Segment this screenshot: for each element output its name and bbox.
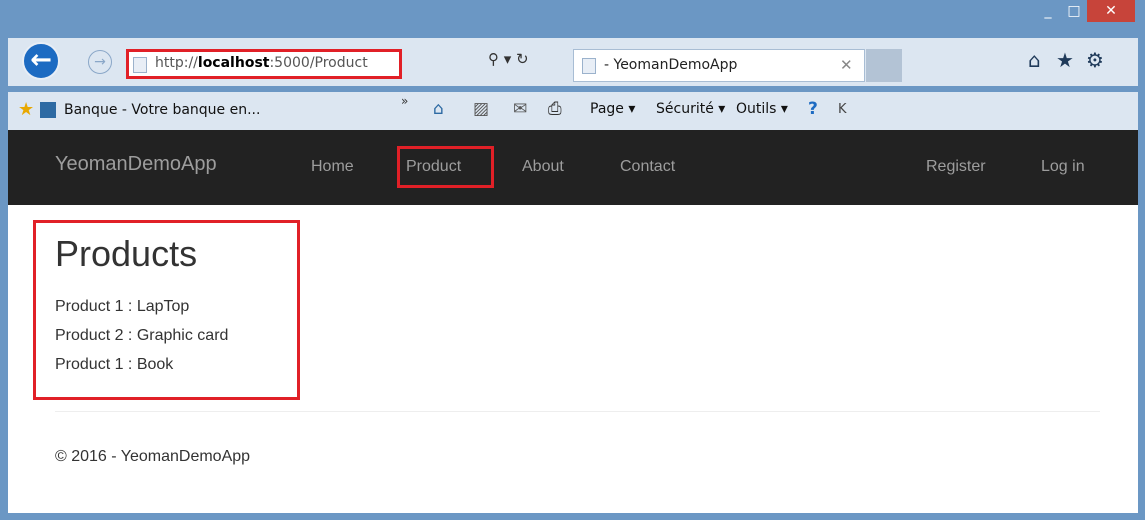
footer-text: © 2016 - YeomanDemoApp bbox=[55, 448, 251, 465]
nav-about[interactable]: About bbox=[522, 158, 564, 176]
tab-title: - YeomanDemoApp bbox=[604, 57, 738, 73]
search-refresh-controls[interactable]: ⚲ ▾ ↻ bbox=[488, 50, 529, 68]
print-icon[interactable]: ⎙ bbox=[548, 99, 562, 119]
page-icon bbox=[133, 57, 147, 73]
product-item: Product 1 : Book bbox=[55, 356, 174, 373]
home-icon[interactable]: ⌂ bbox=[1028, 48, 1041, 72]
k-icon[interactable]: K bbox=[838, 102, 847, 117]
forward-button[interactable]: → bbox=[88, 50, 112, 74]
rss-icon[interactable]: ▨ bbox=[473, 99, 489, 119]
page-content: YeomanDemoApp Home Product About Contact… bbox=[8, 130, 1138, 513]
product-item: Product 2 : Graphic card bbox=[55, 327, 229, 344]
favorites-bar: ★ Banque - Votre banque en... » ⌂ ▨ ✉ ⎙ … bbox=[8, 92, 1138, 130]
security-menu[interactable]: Sécurité ▾ bbox=[656, 101, 725, 117]
product-highlight bbox=[397, 146, 494, 188]
bookmark-link[interactable]: Banque - Votre banque en... bbox=[64, 102, 260, 118]
nav-register[interactable]: Register bbox=[926, 158, 986, 176]
nav-login[interactable]: Log in bbox=[1041, 158, 1085, 176]
chevron-icon[interactable]: » bbox=[401, 94, 408, 108]
site-brand[interactable]: YeomanDemoApp bbox=[55, 153, 217, 176]
new-tab-button[interactable] bbox=[866, 49, 902, 82]
nav-contact[interactable]: Contact bbox=[620, 158, 675, 176]
nav-home[interactable]: Home bbox=[311, 158, 354, 176]
page-menu[interactable]: Page ▾ bbox=[590, 101, 635, 117]
browser-toolbar: ← → http://localhost:5000/Product ⚲ ▾ ↻ … bbox=[8, 38, 1138, 86]
favorites-star-icon[interactable]: ★ bbox=[18, 99, 34, 120]
page-title: Products bbox=[55, 233, 198, 274]
address-text: http://localhost:5000/Product bbox=[155, 55, 368, 71]
star-icon[interactable]: ★ bbox=[1056, 48, 1074, 72]
close-button[interactable]: ✕ bbox=[1087, 0, 1135, 22]
back-button[interactable]: ← bbox=[22, 42, 60, 80]
address-bar[interactable]: http://localhost:5000/Product bbox=[126, 49, 402, 79]
maximize-button[interactable]: □ bbox=[1061, 0, 1087, 22]
help-icon[interactable]: ? bbox=[808, 99, 818, 119]
tools-menu[interactable]: Outils ▾ bbox=[736, 101, 788, 117]
bookmark-icon bbox=[40, 102, 56, 118]
tab-close-icon[interactable]: ✕ bbox=[840, 56, 853, 74]
home-cmd-icon[interactable]: ⌂ bbox=[433, 99, 444, 119]
mail-icon[interactable]: ✉ bbox=[513, 99, 527, 119]
divider bbox=[55, 411, 1100, 412]
site-navbar: YeomanDemoApp Home Product About Contact… bbox=[8, 130, 1138, 205]
minimize-button[interactable]: _ bbox=[1035, 0, 1061, 22]
tab-yeomandemoapp[interactable]: - YeomanDemoApp ✕ bbox=[573, 49, 865, 82]
title-bar: _ □ ✕ bbox=[0, 0, 1145, 38]
product-item: Product 1 : LapTop bbox=[55, 298, 190, 315]
browser-window: _ □ ✕ ← → http://localhost:5000/Product … bbox=[0, 0, 1145, 520]
gear-icon[interactable]: ⚙ bbox=[1086, 48, 1104, 72]
tab-page-icon bbox=[582, 58, 596, 74]
